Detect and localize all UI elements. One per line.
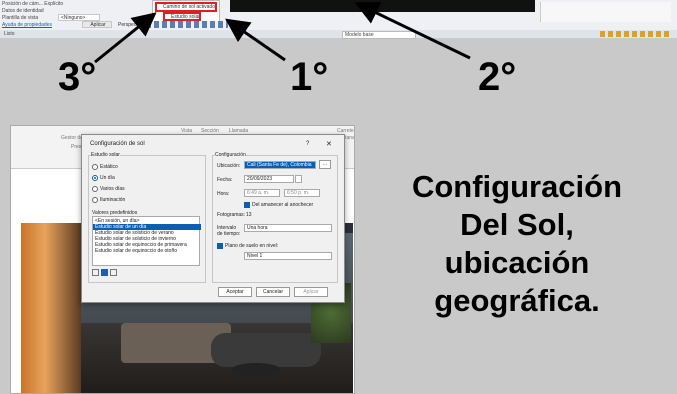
radio-one-day-label: Un día xyxy=(100,175,115,181)
radio-one-day[interactable] xyxy=(92,175,98,181)
configuration-title: Configuración xyxy=(215,152,246,158)
help-button[interactable]: ? xyxy=(306,141,309,147)
presets-list[interactable]: <En sesión, un día> Estudio solar de un … xyxy=(92,216,201,266)
sun-settings-screenshot: Vista Sección Llamada Gestor de v Presen… xyxy=(10,125,355,394)
duplicate-preset-icon[interactable] xyxy=(92,269,99,276)
location-label: Ubicación: xyxy=(217,163,241,169)
heading-line-4: geográfica. xyxy=(434,283,600,318)
apply-dialog-button[interactable]: Aplicar xyxy=(294,287,328,297)
heading-line-1: Configuración xyxy=(411,169,623,204)
rename-preset-icon[interactable] xyxy=(101,269,108,276)
frames-label: Fotogramas: xyxy=(217,212,246,218)
arrow-2 xyxy=(354,2,471,60)
close-icon[interactable]: ✕ xyxy=(326,140,332,148)
sun-settings-dialog: Configuración de sol ? ✕ Estudio solar E… xyxy=(81,134,345,303)
sunrise-sunset-checkbox[interactable] xyxy=(244,202,250,208)
cancel-button[interactable]: Cancelar xyxy=(256,287,290,297)
radio-static-label: Estático xyxy=(100,164,118,170)
level-select[interactable]: Nivel 1 xyxy=(244,252,332,260)
heading-line-3: ubicación xyxy=(444,245,590,280)
radio-static[interactable] xyxy=(92,164,98,170)
solar-study-title: Estudio solar xyxy=(91,152,120,158)
sofa xyxy=(211,333,321,367)
label-step-1: 1° xyxy=(290,55,329,99)
time-end-field[interactable]: 6:50 p. m. xyxy=(284,189,320,197)
time-label: Hora: xyxy=(217,191,230,197)
coffee-table xyxy=(231,363,281,377)
ground-plane-label: Plano de suelo en nivel: xyxy=(225,243,279,249)
label-step-2: 2° xyxy=(478,55,517,99)
time-start-field[interactable]: 6:49 a. m. xyxy=(244,189,280,197)
arrow-1 xyxy=(225,18,286,62)
date-label: Fecha: xyxy=(217,177,233,183)
frames-value: 13 xyxy=(246,212,252,218)
date-field[interactable]: 20/09/2023 xyxy=(244,175,294,183)
arrow-3 xyxy=(94,12,157,64)
dialog-title: Configuración de sol xyxy=(90,141,145,147)
radio-multi-day[interactable] xyxy=(92,186,98,192)
location-field[interactable]: Cali (Santa Fe de), Colombia xyxy=(244,161,316,169)
interval-label: Intervalo de tiempo: xyxy=(217,225,241,237)
radio-lighting-label: Iluminación xyxy=(100,197,126,203)
calendar-icon[interactable] xyxy=(295,175,302,183)
preset-item[interactable]: Estudio solar de equinoccio de otoño xyxy=(95,248,177,254)
heading-line-2: Del Sol, xyxy=(460,207,574,242)
ok-button[interactable]: Aceptar xyxy=(218,287,252,297)
label-step-3: 3° xyxy=(58,55,97,99)
delete-preset-icon[interactable] xyxy=(110,269,117,276)
radio-lighting[interactable] xyxy=(92,197,98,203)
location-browse-button[interactable]: ... xyxy=(319,160,331,169)
radio-multi-day-label: Varios días xyxy=(100,186,125,192)
ground-plane-checkbox[interactable] xyxy=(217,243,223,249)
sunrise-sunset-label: Del amanecer al anochecer xyxy=(252,202,314,208)
interval-select[interactable]: Una hora xyxy=(244,224,332,232)
heading-text: Configuración Del Sol, ubicación geográf… xyxy=(362,168,672,320)
sunlit-wall xyxy=(21,223,81,393)
